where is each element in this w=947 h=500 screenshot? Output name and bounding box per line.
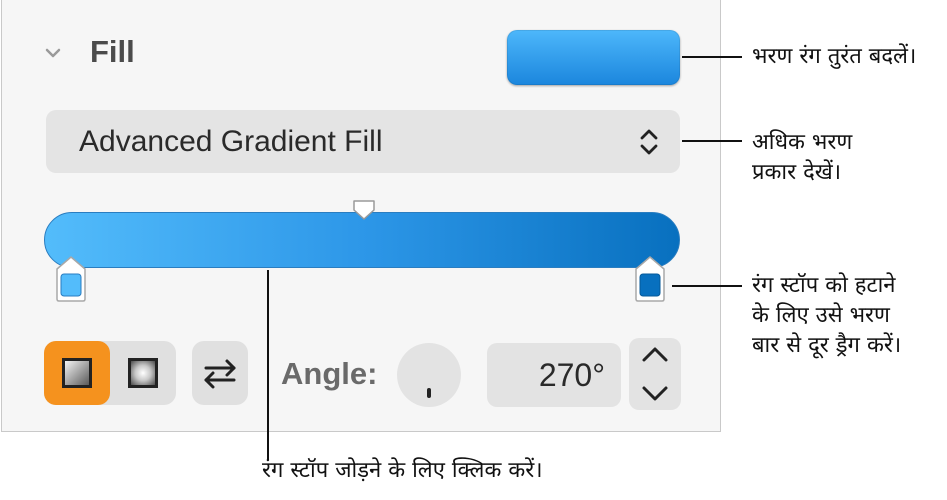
angle-stepper[interactable] (629, 338, 681, 410)
linear-gradient-icon (62, 358, 92, 388)
callout-text: रंग स्टॉप को हटाने (752, 273, 896, 298)
color-stop-left[interactable] (55, 255, 87, 303)
fill-type-label: Advanced Gradient Fill (79, 125, 383, 158)
swap-arrows-icon (204, 359, 236, 389)
callout-line-color (682, 56, 742, 58)
fill-type-popup[interactable]: Advanced Gradient Fill (46, 110, 680, 173)
callout-text: रंग स्टॉप जोड़ने के लिए क्लिक करें। (262, 458, 543, 483)
callout-text: के लिए उसे भरण (752, 303, 890, 328)
angle-value: 270° (538, 357, 605, 393)
callout-text: भरण रंग तुरंत बदलें। (752, 44, 917, 69)
callout-text: प्रकार देखें। (752, 160, 842, 185)
callout-more-fill-types: अधिक भरण प्रकार देखें। (752, 128, 852, 188)
gradient-midpoint-handle[interactable] (351, 198, 377, 222)
angle-label: Angle: (281, 356, 378, 391)
fill-color-well[interactable] (507, 30, 680, 85)
callout-line-remove (672, 285, 742, 287)
angle-field[interactable]: 270° (487, 343, 621, 407)
color-stop-right[interactable] (634, 255, 666, 303)
angle-dial[interactable] (397, 343, 461, 407)
callout-line-type (682, 140, 742, 142)
chevron-down-icon[interactable] (42, 42, 64, 64)
callout-text: बार से दूर ड्रैग करें। (752, 333, 902, 358)
reverse-gradient-button[interactable] (192, 341, 248, 405)
up-down-arrows-icon (640, 129, 658, 155)
callout-line-add (267, 270, 269, 460)
callout-change-fill-color: भरण रंग तुरंत बदलें। (752, 42, 916, 72)
section-title: Fill (90, 34, 135, 69)
dial-indicator (427, 388, 431, 398)
chevron-up-icon[interactable] (629, 338, 681, 374)
radial-gradient-button[interactable] (128, 358, 158, 388)
callout-remove-stop: रंग स्टॉप को हटाने के लिए उसे भरण बार से… (752, 271, 901, 361)
chevron-down-icon[interactable] (629, 374, 681, 410)
callout-add-stop: रंग स्टॉप जोड़ने के लिए क्लिक करें। (262, 456, 543, 486)
gradient-style-group (44, 341, 176, 405)
callout-text: अधिक भरण (752, 130, 853, 155)
